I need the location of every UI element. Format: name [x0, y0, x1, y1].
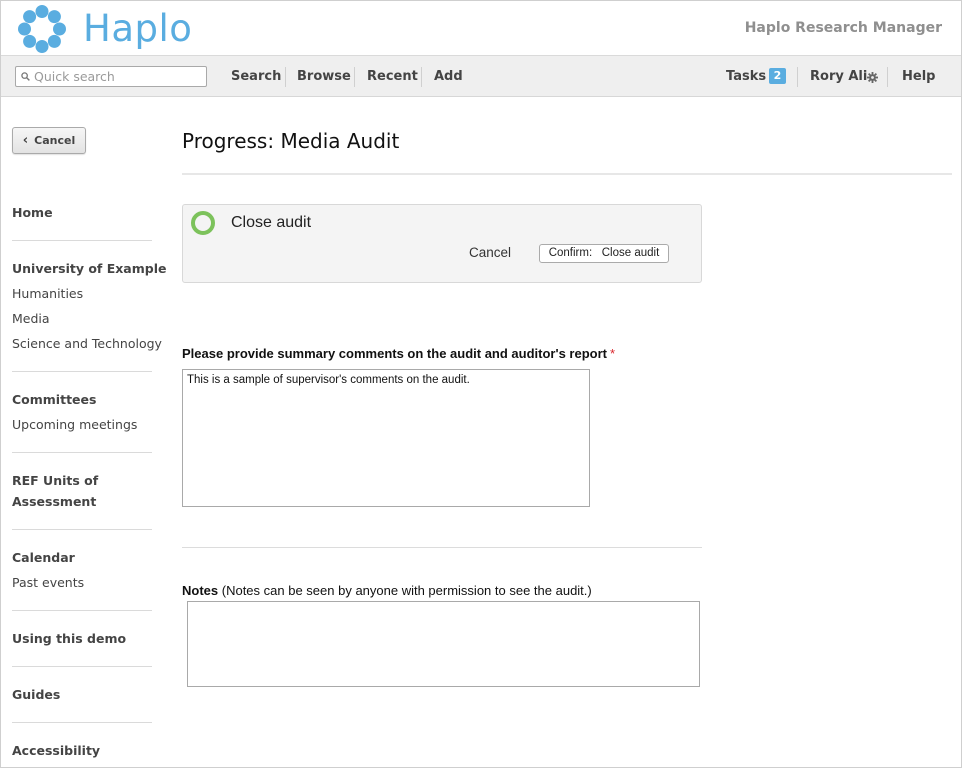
- cancel-button[interactable]: ‹ Cancel: [12, 127, 86, 154]
- cancel-button-label: Cancel: [34, 134, 76, 147]
- sidebar-item-accessibility[interactable]: Accessibility: [12, 743, 100, 758]
- sidebar-divider: [12, 666, 152, 667]
- nav-user[interactable]: Rory Ali: [810, 69, 867, 84]
- title-divider: [182, 173, 952, 175]
- nav-tasks[interactable]: Tasks: [726, 69, 766, 84]
- nav-add[interactable]: Add: [434, 69, 463, 84]
- nav-search[interactable]: Search: [231, 69, 281, 84]
- sidebar-divider: [12, 452, 152, 453]
- quick-search[interactable]: [15, 66, 207, 87]
- nav-divider: [797, 67, 798, 87]
- sidebar-item-guides[interactable]: Guides: [12, 687, 60, 702]
- sidebar-divider: [12, 610, 152, 611]
- sidebar-item-upcoming-meetings[interactable]: Upcoming meetings: [12, 417, 137, 432]
- nav-divider: [285, 67, 286, 87]
- nav-help[interactable]: Help: [902, 69, 935, 84]
- sidebar-item-university[interactable]: University of Example: [12, 261, 166, 276]
- tasks-count-badge[interactable]: 2: [769, 68, 786, 84]
- sidebar-item-calendar[interactable]: Calendar: [12, 550, 75, 565]
- section-divider: [182, 547, 702, 548]
- nav-divider: [887, 67, 888, 87]
- nav-divider: [421, 67, 422, 87]
- notes-label-title: Notes: [182, 583, 219, 598]
- sidebar-item-science[interactable]: Science and Technology: [12, 336, 162, 351]
- gear-icon[interactable]: [867, 72, 878, 83]
- sidebar-item-ref-units-line1[interactable]: REF Units of: [12, 473, 98, 488]
- transition-panel: Close audit Cancel Confirm: Close audit: [182, 204, 702, 283]
- haplo-logo-icon[interactable]: [17, 4, 67, 54]
- transition-label: Close audit: [231, 214, 312, 231]
- top-nav-bar: Search Browse Recent Add Tasks 2 Rory Al…: [1, 55, 961, 97]
- nav-browse[interactable]: Browse: [297, 69, 351, 84]
- sidebar-divider: [12, 529, 152, 530]
- page-frame: Haplo Haplo Research Manager Search Brow…: [0, 0, 962, 768]
- transition-cancel-link[interactable]: Cancel: [469, 245, 511, 260]
- sidebar-item-ref-units-line2[interactable]: Assessment: [12, 494, 96, 509]
- quick-search-input[interactable]: [34, 68, 204, 85]
- product-name: Haplo Research Manager: [744, 20, 942, 36]
- comments-textarea[interactable]: This is a sample of supervisor's comment…: [182, 369, 590, 507]
- sidebar-item-media[interactable]: Media: [12, 311, 50, 326]
- sidebar-divider: [12, 371, 152, 372]
- chevron-left-icon: ‹: [22, 133, 29, 148]
- nav-recent[interactable]: Recent: [367, 69, 418, 84]
- confirm-close-audit-button[interactable]: Confirm: Close audit: [539, 244, 669, 263]
- sidebar-item-home[interactable]: Home: [12, 205, 53, 220]
- sidebar-divider: [12, 240, 152, 241]
- sidebar-item-committees[interactable]: Committees: [12, 392, 96, 407]
- notes-textarea[interactable]: [187, 601, 700, 687]
- comments-question-label: Please provide summary comments on the a…: [182, 346, 615, 361]
- notes-label-hint: (Notes can be seen by anyone with permis…: [221, 583, 592, 598]
- sidebar-divider: [12, 722, 152, 723]
- sidebar-item-using-demo[interactable]: Using this demo: [12, 631, 126, 646]
- status-ring-icon: [191, 211, 215, 235]
- header: Haplo Haplo Research Manager: [1, 1, 961, 55]
- nav-divider: [354, 67, 355, 87]
- comments-question-text: Please provide summary comments on the a…: [182, 346, 607, 361]
- required-marker: *: [609, 346, 616, 361]
- sidebar-item-humanities[interactable]: Humanities: [12, 286, 83, 301]
- page-title: Progress: Media Audit: [182, 129, 400, 153]
- search-icon: [21, 72, 30, 81]
- sidebar-item-past-events[interactable]: Past events: [12, 575, 84, 590]
- brand-name[interactable]: Haplo: [83, 7, 192, 50]
- notes-label: Notes (Notes can be seen by anyone with …: [182, 583, 592, 598]
